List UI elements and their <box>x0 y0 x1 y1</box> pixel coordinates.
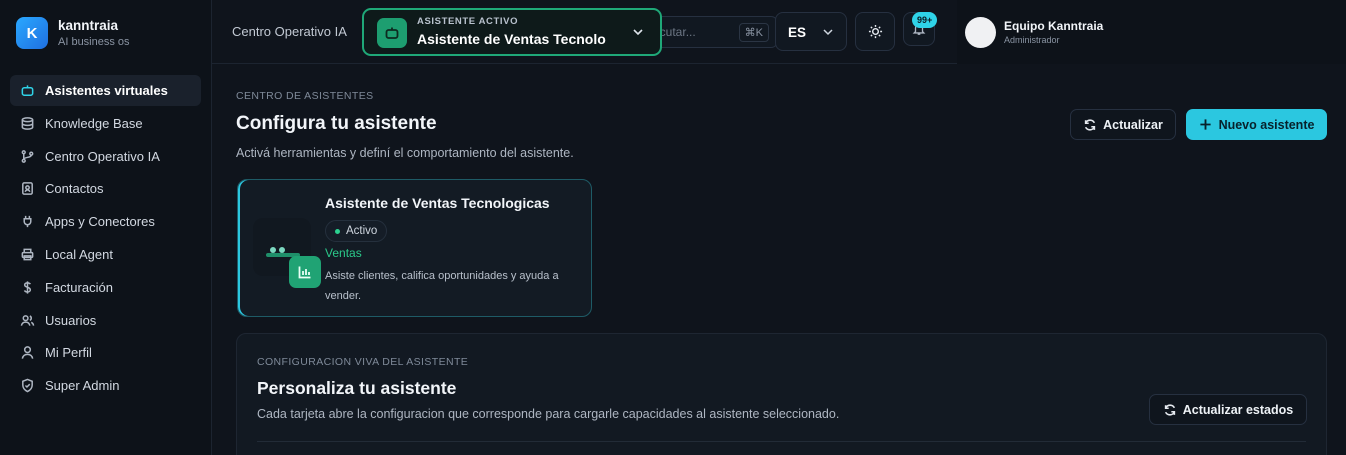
sidebar-item-facturacion[interactable]: Facturación <box>10 272 201 303</box>
dollar-icon <box>19 279 35 295</box>
status-badge: Activo <box>325 220 388 242</box>
language-code: ES <box>788 25 807 40</box>
page-subtitle: Activá herramientas y definí el comporta… <box>236 146 574 160</box>
top-header: Centro Operativo IA ecutar... ⌘K ASISTEN… <box>212 0 957 64</box>
brand-subtitle: AI business os <box>58 36 130 48</box>
sidebar-item-usuarios[interactable]: Usuarios <box>10 305 201 336</box>
live-config-panel: CONFIGURACION VIVA DEL ASISTENTE Persona… <box>236 333 1327 455</box>
refresh-states-button[interactable]: Actualizar estados <box>1149 394 1307 425</box>
refresh-label: Actualizar <box>1103 117 1163 132</box>
sidebar: K kanntraia AI business os Asistentes vi… <box>0 0 212 455</box>
sidebar-item-super-admin[interactable]: Super Admin <box>10 370 201 401</box>
refresh-icon <box>1084 118 1096 131</box>
sidebar-item-label: Mi Perfil <box>45 345 92 361</box>
assistant-card-title: Asistente de Ventas Tecnologicas <box>325 195 550 211</box>
brand-name: kanntraia <box>58 18 119 33</box>
search-input[interactable]: ecutar... ⌘K <box>652 16 778 48</box>
sidebar-item-label: Contactos <box>45 181 104 197</box>
sun-icon <box>868 24 882 39</box>
active-assistant-kicker: ASISTENTE ACTIVO <box>417 16 519 27</box>
theme-toggle-button[interactable] <box>855 12 895 51</box>
shield-icon <box>19 378 35 394</box>
active-assistant-selector[interactable]: ASISTENTE ACTIVO Asistente de Ventas Tec… <box>362 8 662 56</box>
panel-title: Personaliza tu asistente <box>257 378 457 398</box>
refresh-states-label: Actualizar estados <box>1182 402 1294 417</box>
sidebar-item-label: Facturación <box>45 279 113 295</box>
plus-icon <box>1199 119 1211 130</box>
status-label: Activo <box>346 225 378 237</box>
assistant-category: Ventas <box>325 246 362 260</box>
brand-logo: K <box>16 17 48 49</box>
sidebar-item-knowledge-base[interactable]: Knowledge Base <box>10 108 201 139</box>
sidebar-item-label: Knowledge Base <box>45 115 143 131</box>
chevron-down-icon <box>823 29 833 36</box>
user-name: Equipo Kanntraia <box>1004 19 1104 33</box>
robot-icon <box>377 18 407 48</box>
brand[interactable]: K kanntraia AI business os <box>16 17 130 49</box>
search-shortcut: ⌘K <box>738 23 769 42</box>
divider <box>257 441 1306 442</box>
new-assistant-label: Nuevo asistente <box>1218 117 1315 132</box>
sidebar-item-label: Centro Operativo IA <box>45 148 160 164</box>
language-selector[interactable]: ES <box>775 12 847 51</box>
sidebar-item-label: Apps y Conectores <box>45 214 155 230</box>
new-assistant-button[interactable]: Nuevo asistente <box>1186 109 1327 140</box>
status-dot <box>335 229 340 234</box>
user-menu[interactable]: Equipo Kanntraia Administrador <box>957 0 1346 64</box>
sidebar-item-label: Asistentes virtuales <box>45 83 168 98</box>
bar-chart-icon <box>289 256 321 288</box>
robot-icon <box>19 83 35 99</box>
plug-icon <box>19 214 35 230</box>
sidebar-item-label: Usuarios <box>45 312 97 328</box>
contact-card-icon <box>19 181 35 197</box>
user-icon <box>19 345 35 361</box>
chevron-down-icon <box>633 29 643 36</box>
sidebar-item-label: Super Admin <box>45 378 120 394</box>
user-role: Administrador <box>1004 35 1060 45</box>
panel-subtitle: Cada tarjeta abre la configuracion que c… <box>257 407 840 421</box>
sidebar-item-local-agent[interactable]: Local Agent <box>10 239 201 270</box>
git-branch-icon <box>19 148 35 164</box>
users-icon <box>19 312 35 328</box>
refresh-button[interactable]: Actualizar <box>1070 109 1176 140</box>
header-title: Centro Operativo IA <box>232 24 347 39</box>
printer-icon <box>19 246 35 262</box>
sidebar-nav: Asistentes virtuales Knowledge Base Cent… <box>10 75 201 403</box>
database-icon <box>19 115 35 131</box>
page-title: Configura tu asistente <box>236 113 437 134</box>
sidebar-item-label: Local Agent <box>45 246 113 262</box>
sidebar-item-centro-operativo[interactable]: Centro Operativo IA <box>10 141 201 172</box>
panel-kicker: CONFIGURACION VIVA DEL ASISTENTE <box>257 356 469 368</box>
assistant-card[interactable]: Asistente de Ventas Tecnologicas Activo … <box>237 179 592 317</box>
sidebar-item-mi-perfil[interactable]: Mi Perfil <box>10 337 201 368</box>
sidebar-item-asistentes-virtuales[interactable]: Asistentes virtuales <box>10 75 201 106</box>
sidebar-item-contactos[interactable]: Contactos <box>10 173 201 204</box>
sidebar-item-apps-conectores[interactable]: Apps y Conectores <box>10 206 201 237</box>
active-assistant-name: Asistente de Ventas Tecnolo <box>417 31 606 47</box>
avatar <box>965 17 996 48</box>
notifications-badge: 99+ <box>912 12 938 28</box>
refresh-icon <box>1164 403 1175 416</box>
assistant-description: Asiste clientes, califica oportunidades … <box>325 270 559 302</box>
section-kicker: CENTRO DE ASISTENTES <box>236 90 374 102</box>
